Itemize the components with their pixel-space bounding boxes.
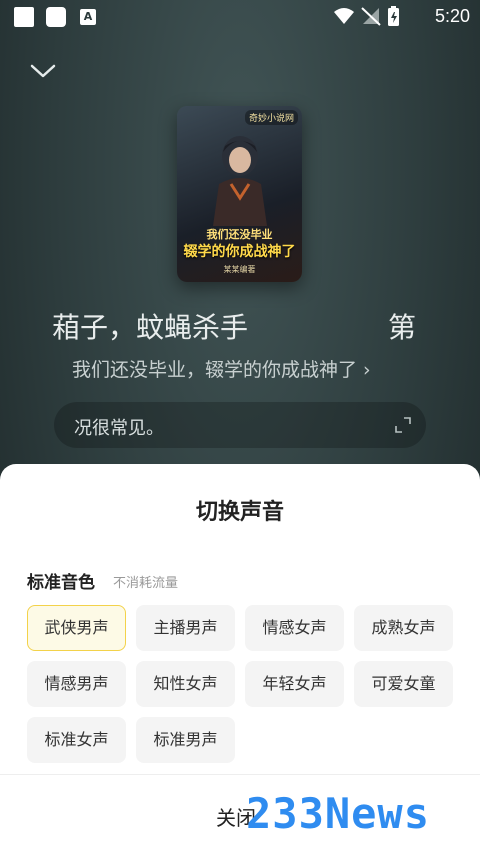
sheet-title: 切换声音 xyxy=(195,500,284,525)
voice-option-wuxia-male[interactable]: 武侠男声 xyxy=(27,605,126,651)
chapter-title: 葙子，蚊蝇杀手 第 xyxy=(52,306,428,346)
voice-option-young-female[interactable]: 年轻女声 xyxy=(245,661,344,707)
app-notification-icon: A xyxy=(80,9,96,25)
chevron-down-icon[interactable] xyxy=(28,58,58,82)
status-bar: A 5:20 xyxy=(0,0,480,36)
chapter-title-text: 葙子，蚊蝇杀手 xyxy=(52,311,249,344)
battery-icon xyxy=(388,6,399,26)
subtitle-text: 况很常见。 xyxy=(74,418,164,439)
book-title-link[interactable]: 我们还没毕业，辍学的你成战神了 › xyxy=(72,355,371,382)
signal-icon xyxy=(361,7,381,26)
voice-option-emotional-male[interactable]: 情感男声 xyxy=(27,661,126,707)
wifi-icon xyxy=(334,8,354,24)
divider xyxy=(0,774,480,775)
expand-icon[interactable] xyxy=(394,416,412,434)
book-cover[interactable]: 奇妙小说网 我们还没毕业 辍学的你成战神了 某某编著 xyxy=(177,106,302,282)
voice-option-standard-female[interactable]: 标准女声 xyxy=(27,717,126,763)
clock: 5:20 xyxy=(434,6,470,26)
voice-option-cute-girl[interactable]: 可爱女童 xyxy=(354,661,453,707)
section-title: 标准音色 xyxy=(27,573,95,593)
subtitle-box[interactable]: 况很常见。 xyxy=(54,402,426,448)
cover-tag: 奇妙小说网 xyxy=(244,110,298,125)
watermark-logo: 233News xyxy=(246,789,431,838)
chapter-title-next: 第 xyxy=(388,311,417,344)
cover-title-line2: 辍学的你成战神了 xyxy=(183,244,296,260)
cover-title-line1: 我们还没毕业 xyxy=(206,228,273,241)
notification-icon xyxy=(14,7,34,27)
voice-option-mature-female[interactable]: 成熟女声 xyxy=(354,605,453,651)
voice-option-standard-male[interactable]: 标准男声 xyxy=(136,717,235,763)
voice-option-anchor-male[interactable]: 主播男声 xyxy=(136,605,235,651)
status-icons xyxy=(334,6,399,26)
book-title: 我们还没毕业，辍学的你成战神了 xyxy=(72,359,358,381)
section-note: 不消耗流量 xyxy=(113,576,179,591)
notification-icon xyxy=(46,7,66,27)
chevron-right-icon: › xyxy=(363,359,371,381)
cover-illustration xyxy=(213,136,267,226)
voice-option-emotional-female[interactable]: 情感女声 xyxy=(245,605,344,651)
cover-author: 某某编著 xyxy=(223,265,256,274)
voice-option-intellectual-female[interactable]: 知性女声 xyxy=(136,661,235,707)
